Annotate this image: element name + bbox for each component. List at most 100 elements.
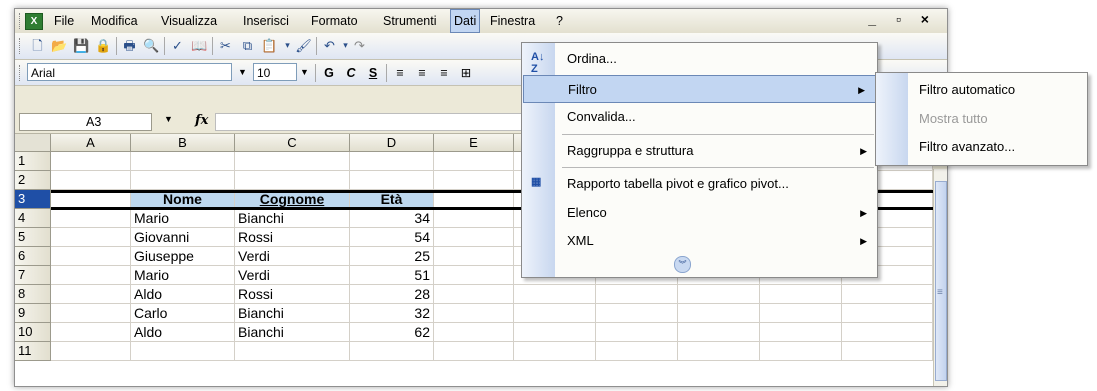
toolbar-grip[interactable] (19, 65, 23, 81)
column-header-c[interactable]: C (235, 134, 350, 152)
size-dropdown-icon[interactable]: ▼ (297, 63, 312, 81)
row-header[interactable]: 11 (15, 342, 51, 361)
table-data-cell[interactable]: Mario (131, 266, 235, 285)
table-data-cell[interactable]: Giuseppe (131, 247, 235, 266)
grid-cell[interactable] (434, 323, 514, 342)
table-data-cell[interactable]: 34 (350, 209, 434, 228)
menubar-grip[interactable] (19, 13, 23, 29)
table-data-cell[interactable]: 62 (350, 323, 434, 342)
table-data-cell[interactable]: Aldo (131, 323, 235, 342)
grid-cell[interactable] (51, 323, 131, 342)
font-dropdown-icon[interactable]: ▼ (235, 63, 250, 81)
menu-item-xml[interactable]: XML ▶ (522, 227, 877, 255)
table-data-cell[interactable]: Rossi (235, 228, 350, 247)
paste-icon[interactable]: 📋 (261, 37, 278, 54)
bold-button[interactable]: G (320, 64, 338, 82)
grid-cell[interactable] (51, 285, 131, 304)
table-data-cell[interactable]: Bianchi (235, 323, 350, 342)
window-controls[interactable]: _ ▫ × (868, 11, 937, 27)
table-data-cell[interactable]: Bianchi (235, 209, 350, 228)
select-all-corner[interactable] (15, 134, 51, 152)
row-header[interactable]: 8 (15, 285, 51, 304)
grid-cell[interactable] (434, 209, 514, 228)
grid-cell[interactable] (514, 304, 596, 323)
table-data-cell[interactable]: Aldo (131, 285, 235, 304)
copy-icon[interactable]: ⧉ (239, 37, 256, 54)
grid-cell[interactable] (434, 171, 514, 190)
grid-cell[interactable] (51, 304, 131, 323)
grid-cell[interactable] (678, 304, 760, 323)
permission-icon[interactable]: 🔒 (95, 37, 112, 54)
menu-strumenti[interactable]: Strumenti (380, 9, 440, 33)
row-header[interactable]: 5 (15, 228, 51, 247)
menu-file[interactable]: File (51, 9, 77, 33)
vertical-scrollbar[interactable]: ≡ (933, 169, 947, 386)
grid-cell[interactable] (596, 342, 678, 361)
grid-cell[interactable] (842, 323, 933, 342)
row-header[interactable]: 9 (15, 304, 51, 323)
italic-button[interactable]: C (342, 64, 360, 82)
menu-item-raggruppa[interactable]: Raggruppa e struttura ▶ (522, 137, 877, 165)
merge-center-icon[interactable]: ⊞ (457, 64, 475, 82)
grid-cell[interactable] (678, 342, 760, 361)
undo-icon[interactable]: ↶ (321, 37, 338, 54)
menu-item-convalida[interactable]: Convalida... (522, 103, 877, 131)
paste-dropdown-icon[interactable]: ▾ (279, 37, 296, 54)
table-data-cell[interactable]: Carlo (131, 304, 235, 323)
grid-cell[interactable] (842, 304, 933, 323)
table-data-cell[interactable]: Bianchi (235, 304, 350, 323)
grid-cell[interactable] (760, 342, 842, 361)
column-header-b[interactable]: B (131, 134, 235, 152)
grid-cell[interactable] (514, 323, 596, 342)
grid-cell[interactable] (350, 152, 434, 171)
row-header[interactable]: 2 (15, 171, 51, 190)
row-header[interactable]: 7 (15, 266, 51, 285)
grid-cell[interactable] (51, 152, 131, 171)
table-data-cell[interactable]: Verdi (235, 266, 350, 285)
name-box[interactable]: A3 (19, 113, 152, 131)
grid-cell[interactable] (434, 247, 514, 266)
spelling-icon[interactable]: ✓ (169, 37, 186, 54)
redo-icon[interactable]: ↷ (351, 37, 368, 54)
menu-item-filtro-automatico[interactable]: Filtro automatico (876, 76, 1087, 104)
new-icon[interactable]: 🗋 (29, 37, 46, 54)
underline-button[interactable]: S (364, 64, 382, 82)
table-data-cell[interactable]: Mario (131, 209, 235, 228)
research-icon[interactable]: 📖 (191, 37, 208, 54)
menu-item-elenco[interactable]: Elenco ▶ (522, 199, 877, 227)
grid-cell[interactable] (235, 171, 350, 190)
function-icon[interactable]: fx (195, 113, 208, 128)
grid-cell[interactable] (434, 342, 514, 361)
row-header[interactable]: 1 (15, 152, 51, 171)
menu-help[interactable]: ? (553, 9, 566, 33)
column-header-d[interactable]: D (350, 134, 434, 152)
table-data-cell[interactable]: 51 (350, 266, 434, 285)
grid-cell[interactable] (760, 304, 842, 323)
grid-cell[interactable] (350, 342, 434, 361)
grid-cell[interactable] (51, 342, 131, 361)
menu-visualizza[interactable]: Visualizza (158, 9, 220, 33)
column-header-e[interactable]: E (434, 134, 514, 152)
menu-item-ordina[interactable]: A↓ Z Ordina... (522, 45, 877, 75)
menu-item-pivot[interactable]: ▦ Rapporto tabella pivot e grafico pivot… (522, 170, 877, 198)
print-preview-icon[interactable]: 🔍 (143, 37, 160, 54)
expand-menu-icon[interactable]: ︾ (674, 256, 691, 273)
grid-cell[interactable] (434, 304, 514, 323)
row-header[interactable]: 6 (15, 247, 51, 266)
grid-cell[interactable] (434, 266, 514, 285)
scrollbar-thumb[interactable] (935, 181, 947, 381)
table-data-cell[interactable]: 28 (350, 285, 434, 304)
save-icon[interactable]: 💾 (73, 37, 90, 54)
row-header[interactable]: 4 (15, 209, 51, 228)
grid-cell[interactable] (678, 285, 760, 304)
row-header[interactable]: 10 (15, 323, 51, 342)
grid-cell[interactable] (51, 228, 131, 247)
grid-cell[interactable] (51, 247, 131, 266)
menu-inserisci[interactable]: Inserisci (240, 9, 292, 33)
toolbar-grip[interactable] (19, 38, 23, 54)
grid-cell[interactable] (596, 304, 678, 323)
grid-cell[interactable] (51, 171, 131, 190)
grid-cell[interactable] (678, 323, 760, 342)
menu-formato[interactable]: Formato (308, 9, 361, 33)
font-size-combo[interactable]: 10 (253, 63, 297, 81)
